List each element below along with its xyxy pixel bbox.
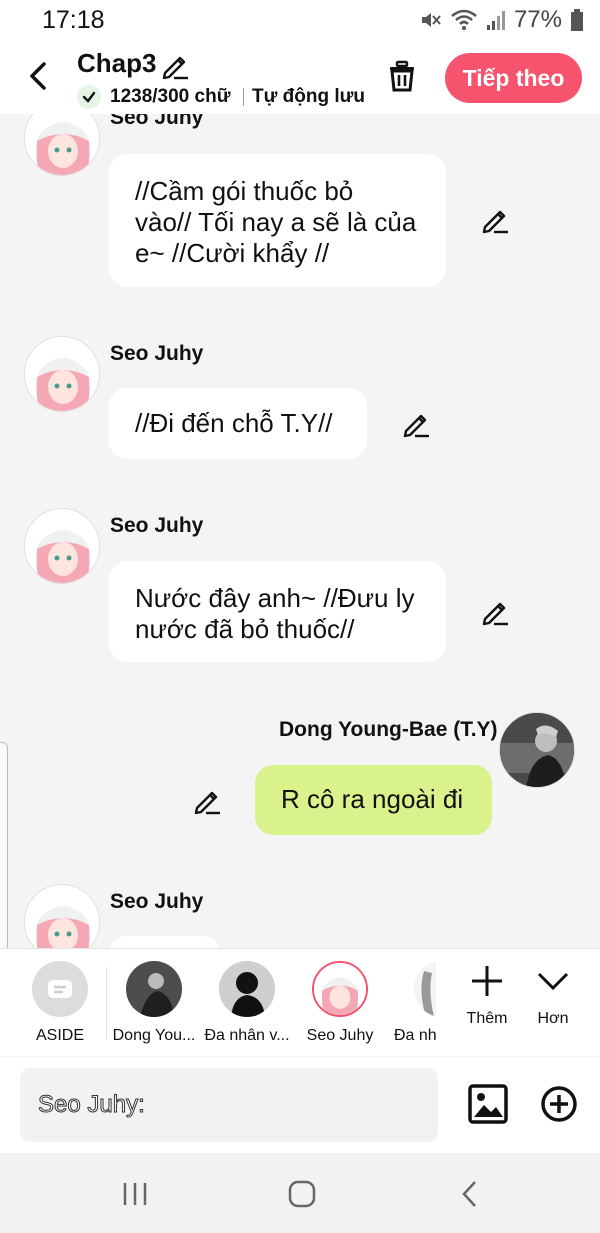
character-dong-young-bae[interactable]: Dong You...	[104, 949, 204, 1045]
message-line: e~ //Cười khẩy //	[135, 238, 330, 268]
image-icon[interactable]	[468, 1084, 508, 1124]
message-line: vào// Tối nay a sẽ là của	[135, 207, 417, 237]
status-bar: 17:18 77%	[0, 0, 600, 40]
avatar	[126, 961, 182, 1017]
avatar	[414, 961, 436, 1017]
status-time: 17:18	[42, 6, 105, 34]
chevron-down-icon	[537, 972, 569, 991]
message-line: Nước đây anh~ //Đưu ly	[135, 583, 415, 613]
message-bubble[interactable]: //Đi đến chỗ T.Y//	[109, 388, 367, 459]
speaker-name: Seo Juhy	[110, 342, 204, 365]
character-aside[interactable]: ASIDE	[10, 949, 110, 1045]
wifi-icon	[451, 9, 477, 30]
status-icons: 77%	[418, 6, 584, 34]
nav-back-icon[interactable]	[458, 1179, 482, 1209]
more-button[interactable]: Hơn	[518, 963, 588, 1028]
more-label: Hơn	[537, 1010, 569, 1027]
speaker-name: Seo Juhy	[110, 514, 204, 537]
avatar	[24, 508, 100, 584]
add-label: Thêm	[466, 1010, 508, 1027]
avatar	[24, 884, 100, 948]
avatar	[499, 712, 575, 788]
battery-percent: 77%	[513, 6, 562, 33]
character-label: Dong You...	[112, 1027, 196, 1044]
pencil-icon[interactable]	[160, 50, 190, 80]
message-line: nước đã bỏ thuốc//	[135, 614, 355, 644]
word-count: 1238/300 chữ	[110, 86, 231, 107]
check-icon	[77, 85, 101, 109]
mute-icon	[421, 13, 441, 27]
avatar	[24, 114, 100, 176]
avatar	[24, 336, 100, 412]
recents-icon[interactable]	[120, 1180, 150, 1208]
character-seo-juhy[interactable]: Seo Juhy	[290, 949, 390, 1045]
pencil-icon[interactable]	[480, 596, 510, 626]
aside-icon	[32, 961, 88, 1017]
pencil-icon[interactable]	[401, 408, 431, 438]
plus-icon	[472, 966, 502, 996]
input-bar	[0, 1057, 600, 1153]
message-bubble[interactable]: R cô ra ngoài đi	[255, 765, 492, 835]
message-bubble[interactable]	[109, 936, 221, 948]
character-label: Đa nhân v...	[204, 1027, 290, 1044]
avatar	[219, 961, 275, 1017]
autosave-status: Tự động lưu	[252, 86, 365, 107]
speaker-name: Dong Young-Bae (T.Y)	[279, 718, 498, 741]
speaker-name: Seo Juhy	[110, 114, 204, 129]
speaker-name: Seo Juhy	[110, 890, 204, 913]
message-line: //Cầm gói thuốc bỏ	[135, 176, 354, 206]
avatar	[312, 961, 368, 1017]
message-line: R cô ra ngoài đi	[281, 784, 464, 814]
pencil-icon[interactable]	[480, 204, 510, 234]
message-bubble[interactable]: Nước đây anh~ //Đưu ly nước đã bỏ thuốc/…	[109, 561, 446, 662]
trash-icon[interactable]	[384, 58, 420, 94]
next-button[interactable]: Tiếp theo	[445, 53, 582, 103]
pencil-icon[interactable]	[192, 785, 222, 815]
message-input[interactable]	[20, 1068, 438, 1142]
divider	[243, 88, 244, 106]
battery-icon	[571, 9, 583, 31]
add-circle-icon[interactable]	[540, 1085, 578, 1123]
character-bar: ASIDE Dong You... Đa nhân v... Seo Juhy …	[0, 948, 600, 1056]
system-nav-bar	[0, 1153, 600, 1233]
chapter-title[interactable]: Chap3	[77, 48, 156, 79]
chat-area[interactable]: Seo Juhy //Cầm gói thuốc bỏ vào// Tối na…	[0, 114, 600, 948]
character-da-nhan-vat[interactable]: Đa nhân v...	[197, 949, 297, 1045]
editor-header: Chap3 1238/300 chữ Tự động lưu Tiếp theo	[0, 40, 600, 114]
character-label: Đa nhâ	[394, 1027, 436, 1044]
back-icon[interactable]	[22, 58, 58, 94]
message-line: //Đi đến chỗ T.Y//	[135, 408, 333, 438]
message-bubble[interactable]: //Cầm gói thuốc bỏ vào// Tối nay a sẽ là…	[109, 154, 446, 287]
signal-icon	[486, 11, 505, 30]
scroll-handle[interactable]	[0, 742, 8, 970]
home-icon[interactable]	[287, 1179, 317, 1209]
character-label: ASIDE	[35, 1027, 84, 1044]
character-label: Seo Juhy	[306, 1027, 374, 1044]
character-da-nhan-2[interactable]: Đa nhâ	[384, 949, 436, 1045]
add-character-button[interactable]: Thêm	[452, 963, 522, 1028]
